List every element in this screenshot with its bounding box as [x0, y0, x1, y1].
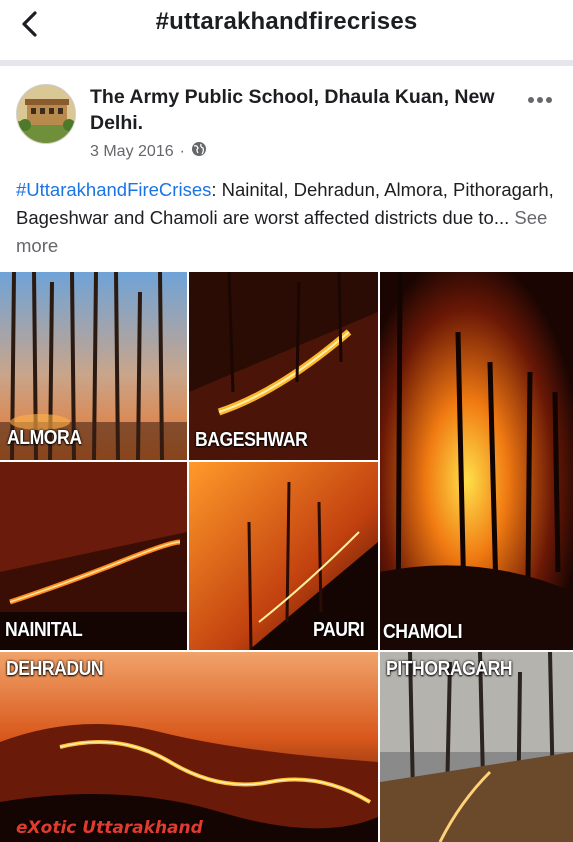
photo-dehradun[interactable]: DEHRADUN eXotic Uttarakhand [0, 652, 378, 842]
photo-collage[interactable]: ALMORA BAGESHWAR CHAMOLI NAINITAL PAURI … [0, 272, 573, 842]
photo-nainital[interactable]: NAINITAL [0, 462, 187, 650]
avatar[interactable] [16, 84, 76, 144]
post-author[interactable]: The Army Public School, Dhaula Kuan, New… [90, 84, 510, 136]
label-dehradun: DEHRADUN [6, 658, 104, 680]
watermark: eXotic Uttarakhand [16, 818, 203, 838]
more-options-button[interactable] [523, 88, 557, 112]
label-chamoli: CHAMOLI [383, 621, 463, 643]
globe-icon [191, 141, 207, 162]
hashtag-link[interactable]: #UttarakhandFireCrises [16, 179, 211, 200]
label-pithoragarh: PITHORAGARH [386, 658, 513, 680]
page-title: #uttarakhandfirecrises [155, 8, 418, 35]
photo-chamoli[interactable]: CHAMOLI [380, 272, 573, 650]
label-bageshwar: BAGESHWAR [195, 429, 308, 451]
post-meta: 3 May 2016 · [90, 141, 207, 162]
label-pauri: PAURI [313, 619, 365, 641]
post-date[interactable]: 3 May 2016 [90, 143, 174, 161]
post-card: The Army Public School, Dhaula Kuan, New… [0, 66, 573, 842]
label-nainital: NAINITAL [5, 619, 83, 641]
meta-separator: · [179, 142, 185, 160]
ellipsis-icon [527, 91, 553, 109]
post-text: #UttarakhandFireCrises: Nainital, Dehrad… [16, 176, 561, 260]
photo-pithoragarh[interactable]: PITHORAGARH [380, 652, 573, 842]
photo-pauri[interactable]: PAURI [189, 462, 378, 650]
photo-bageshwar[interactable]: BAGESHWAR [189, 272, 378, 460]
label-almora: ALMORA [7, 427, 82, 449]
photo-almora[interactable]: ALMORA [0, 272, 187, 460]
top-bar: #uttarakhandfirecrises [0, 0, 573, 56]
